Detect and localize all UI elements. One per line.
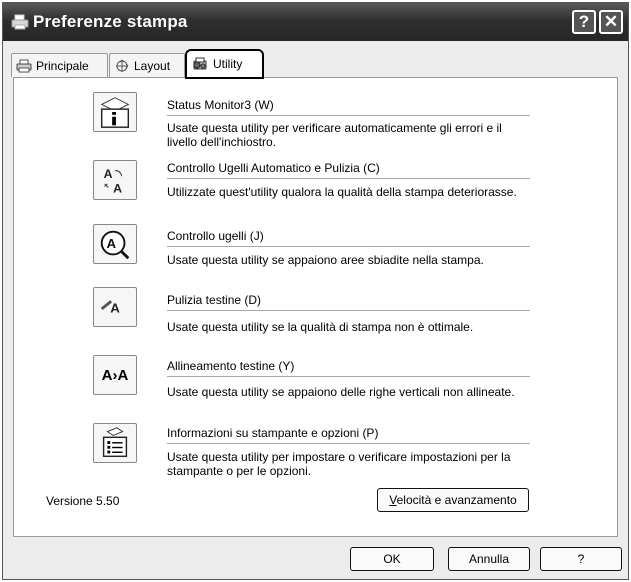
button-label: elocità e avanzamento: [396, 493, 517, 507]
utility-title: Informazioni su stampante e opzioni (P): [167, 426, 379, 440]
head-alignment-button[interactable]: A›A: [93, 355, 137, 395]
auto-nozzle-check-icon: A A: [104, 167, 123, 195]
head-cleaning-button[interactable]: A: [93, 287, 137, 327]
version-label: Versione 5.50: [46, 494, 120, 508]
divider: [167, 376, 530, 377]
head-alignment-icon: A›A: [101, 366, 129, 384]
divider: [167, 443, 530, 444]
print-preferences-window: Preferenze stampa ? ✕ Principale Layout …: [2, 2, 629, 580]
utility-panel: Status Monitor3 (W) Usate questa utility…: [13, 77, 618, 537]
printer-icon: [11, 14, 29, 30]
utility-description: Usate questa utility per verificare auto…: [167, 121, 502, 149]
speed-progress-button[interactable]: Velocità e avanzamento: [377, 488, 529, 512]
divider: [167, 310, 530, 311]
divider: [167, 178, 530, 179]
tab-layout[interactable]: Layout: [109, 53, 185, 77]
title-bar: Preferenze stampa ? ✕: [3, 3, 628, 41]
utility-description: Usate questa utility se appaiono delle r…: [167, 385, 515, 399]
tab-principale[interactable]: Principale: [11, 53, 108, 77]
cancel-button[interactable]: Annulla: [448, 547, 530, 571]
accelerator-key: V: [389, 493, 397, 507]
utility-title: Status Monitor3 (W): [167, 98, 274, 112]
nozzle-check-button[interactable]: A: [93, 224, 137, 264]
utility-description: Utilizzate quest'utility qualora la qual…: [167, 185, 517, 199]
divider: [167, 246, 530, 247]
utility-title: Pulizia testine (D): [167, 293, 262, 307]
divider: [167, 115, 530, 116]
printer-info-button[interactable]: [93, 423, 137, 463]
svg-text:A: A: [110, 301, 120, 316]
printer-info-icon: [102, 427, 128, 458]
head-cleaning-icon: A: [100, 300, 120, 316]
printer-icon: [16, 59, 32, 72]
layout-icon: [116, 59, 129, 72]
auto-nozzle-check-button[interactable]: A A: [93, 160, 137, 200]
help-title-button[interactable]: ?: [572, 10, 596, 34]
window-title: Preferenze stampa: [33, 12, 188, 31]
svg-text:A: A: [113, 181, 122, 195]
tab-utility[interactable]: Utility: [185, 49, 264, 79]
utility-description: Usate questa utility se appaiono aree sb…: [167, 253, 484, 267]
svg-text:A: A: [106, 236, 116, 251]
svg-text:A: A: [104, 167, 113, 181]
utility-title: Allineamento testine (Y): [167, 359, 295, 373]
status-monitor-button[interactable]: [93, 92, 137, 132]
tools-icon: [193, 57, 207, 70]
utility-title: Controllo ugelli (J): [167, 229, 264, 243]
status-monitor-icon: [100, 97, 130, 128]
close-button[interactable]: ✕: [599, 10, 623, 34]
ok-button[interactable]: OK: [350, 547, 434, 571]
nozzle-check-icon: A: [100, 230, 130, 260]
tab-label: Utility: [213, 57, 243, 71]
utility-title: Controllo Ugelli Automatico e Pulizia (C…: [167, 161, 380, 175]
tab-label: Layout: [134, 58, 171, 73]
utility-description: Usate questa utility se la qualità di st…: [167, 320, 474, 334]
tab-label: Principale: [36, 58, 89, 73]
help-button[interactable]: ?: [540, 547, 622, 571]
utility-description: Usate questa utility per impostare o ver…: [167, 450, 511, 478]
